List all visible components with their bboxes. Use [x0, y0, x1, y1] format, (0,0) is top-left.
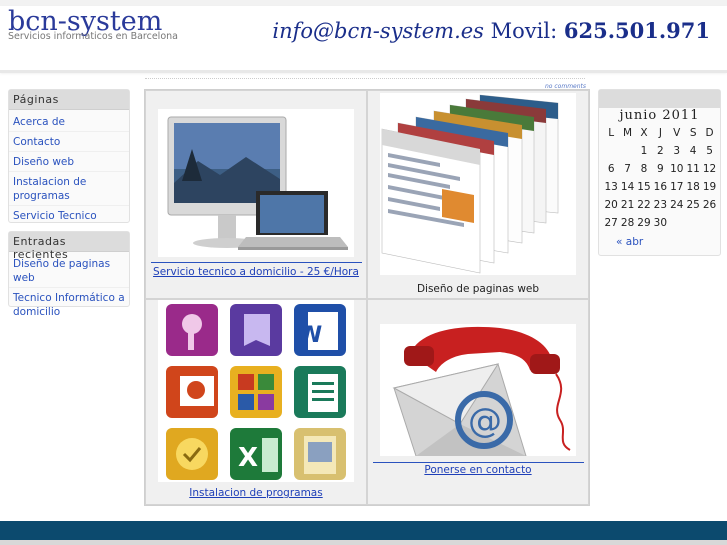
- calendar-day: 4: [689, 145, 697, 157]
- page-link-servicio-tecnico[interactable]: Servicio Tecnico: [9, 206, 129, 225]
- calendar-day: 12: [702, 163, 717, 175]
- calendar-day: [701, 214, 717, 232]
- calendar-day: 21: [620, 199, 635, 211]
- calendar-day: 27: [604, 217, 618, 229]
- calendar-day: 14: [620, 181, 635, 193]
- recent-posts-list: Diseño de paginas web Tecnico Informátic…: [9, 252, 129, 321]
- weekday: S: [689, 127, 697, 139]
- calendar-day: 10: [670, 163, 684, 175]
- calendar-day: 2: [657, 145, 664, 157]
- contact-phone: 625.501.971: [563, 18, 710, 43]
- calendar-day: 23: [653, 199, 668, 211]
- calendar-table: L M X J V S D 1 2 3 4 5 6 7 8 9 10 11 12…: [603, 124, 718, 232]
- recent-posts-widget: Entradas recientes Diseño de paginas web…: [8, 231, 130, 318]
- pages-list: Acerca de Contacto Diseño web Instalacio…: [9, 110, 129, 225]
- contact-banner: info@bcn-system.es Movil: 625.501.971: [272, 18, 710, 43]
- site-slogan: Servicios informaticos en Barcelona: [8, 31, 178, 42]
- phone-mail-icon[interactable]: @: [380, 324, 576, 456]
- calendar-day: 29: [637, 217, 651, 229]
- pages-widget-title: Páginas: [9, 90, 129, 110]
- recent-posts-title: Entradas recientes: [9, 232, 129, 261]
- calendar-month: junio 2011: [619, 108, 700, 123]
- calendar-week: 6 7 8 9 10 11 12: [603, 160, 718, 178]
- calendar-day: 15: [637, 181, 651, 193]
- calendar-day: 11: [686, 163, 700, 175]
- calendar-day: [603, 142, 619, 160]
- calendar-day: 16: [653, 181, 668, 193]
- services-grid: Servicio tecnico a domicilio - 25 €/Hora: [144, 89, 590, 506]
- calendar-day: 30: [653, 217, 668, 229]
- cell-divider: [151, 262, 362, 263]
- service-link-tecnico[interactable]: Servicio tecnico a domicilio - 25 €/Hora: [146, 266, 366, 278]
- calendar-day: [619, 142, 635, 160]
- calendar-prev-month-link[interactable]: « abr: [616, 236, 643, 248]
- calendar-header-bar: [599, 90, 720, 108]
- page-link-acerca[interactable]: Acerca de: [9, 112, 129, 132]
- recent-post-diseno[interactable]: Diseño de paginas web: [9, 254, 129, 288]
- page-link-diseno-web[interactable]: Diseño web: [9, 152, 129, 172]
- calendar-widget: junio 2011 L M X J V S D 1 2 3 4 5 6 7 8…: [598, 89, 721, 256]
- service-link-instalacion[interactable]: Instalacion de programas: [146, 487, 366, 499]
- calendar-weekday-row: L M X J V S D: [603, 124, 718, 142]
- calendar-week: 20 21 22 23 24 25 26: [603, 196, 718, 214]
- movil-label: Movil:: [490, 19, 558, 43]
- page-link-instalacion[interactable]: Instalacion de programas: [9, 172, 129, 206]
- calendar-day: 19: [702, 181, 717, 193]
- calendar-week: 1 2 3 4 5: [603, 142, 718, 160]
- cell-divider: [373, 462, 584, 463]
- calendar-day: 1: [640, 145, 648, 157]
- weekday: J: [658, 127, 662, 139]
- site-header: bcn-system Servicios informaticos en Bar…: [0, 6, 727, 71]
- svg-text:W: W: [298, 323, 322, 348]
- weekday: X: [640, 127, 648, 139]
- calendar-day: 3: [673, 145, 681, 157]
- service-cell-tecnico: Servicio tecnico a domicilio - 25 €/Hora: [145, 90, 367, 299]
- service-cell-instalacion: W X Instalacion de programas: [145, 299, 367, 505]
- calendar-day: [669, 214, 685, 232]
- calendar-day: 20: [604, 199, 618, 211]
- footer-band: [0, 521, 727, 540]
- recent-post-tecnico[interactable]: Tecnico Informático a domicilio: [9, 288, 129, 321]
- office-programs-icon[interactable]: W X: [158, 300, 354, 482]
- calendar-day: 5: [706, 145, 713, 157]
- page-link-contacto[interactable]: Contacto: [9, 132, 129, 152]
- service-label-diseno: Diseño de paginas web: [416, 283, 540, 295]
- calendar-day: 25: [686, 199, 700, 211]
- calendar-day: 6: [607, 163, 615, 175]
- calendar-day: 26: [702, 199, 717, 211]
- service-link-contacto[interactable]: Ponerse en contacto: [368, 464, 588, 476]
- calendar-day: 17: [670, 181, 684, 193]
- service-cell-diseno: Diseño de paginas web: [367, 90, 589, 299]
- header-shadow: [0, 70, 727, 73]
- calendar-day: 28: [620, 217, 635, 229]
- calendar-day: 24: [670, 199, 684, 211]
- service-cell-contacto: @ Ponerse en contacto: [367, 299, 589, 505]
- calendar-day: 8: [640, 163, 648, 175]
- calendar-day: 18: [686, 181, 700, 193]
- calendar-day: 13: [604, 181, 618, 193]
- calendar-day: [685, 214, 701, 232]
- calendar-week: 13 14 15 16 17 18 19: [603, 178, 718, 196]
- calendar-day: 22: [637, 199, 651, 211]
- calendar-week: 27 28 29 30: [603, 214, 718, 232]
- web-pages-icon[interactable]: [380, 93, 576, 275]
- calendar-day: 7: [624, 163, 631, 175]
- footer-bottom: [0, 540, 727, 545]
- weekday: L: [608, 127, 615, 139]
- svg-text:X: X: [238, 443, 258, 473]
- weekday: D: [705, 127, 714, 139]
- calendar-day: 9: [657, 163, 664, 175]
- pages-widget: Páginas Acerca de Contacto Diseño web In…: [8, 89, 130, 223]
- weekday: V: [673, 127, 681, 139]
- post-separator: [145, 78, 585, 79]
- svg-text:@: @: [468, 401, 502, 441]
- contact-email: info@bcn-system.es: [272, 19, 484, 43]
- weekday: M: [623, 127, 633, 139]
- computer-icon[interactable]: [158, 109, 354, 257]
